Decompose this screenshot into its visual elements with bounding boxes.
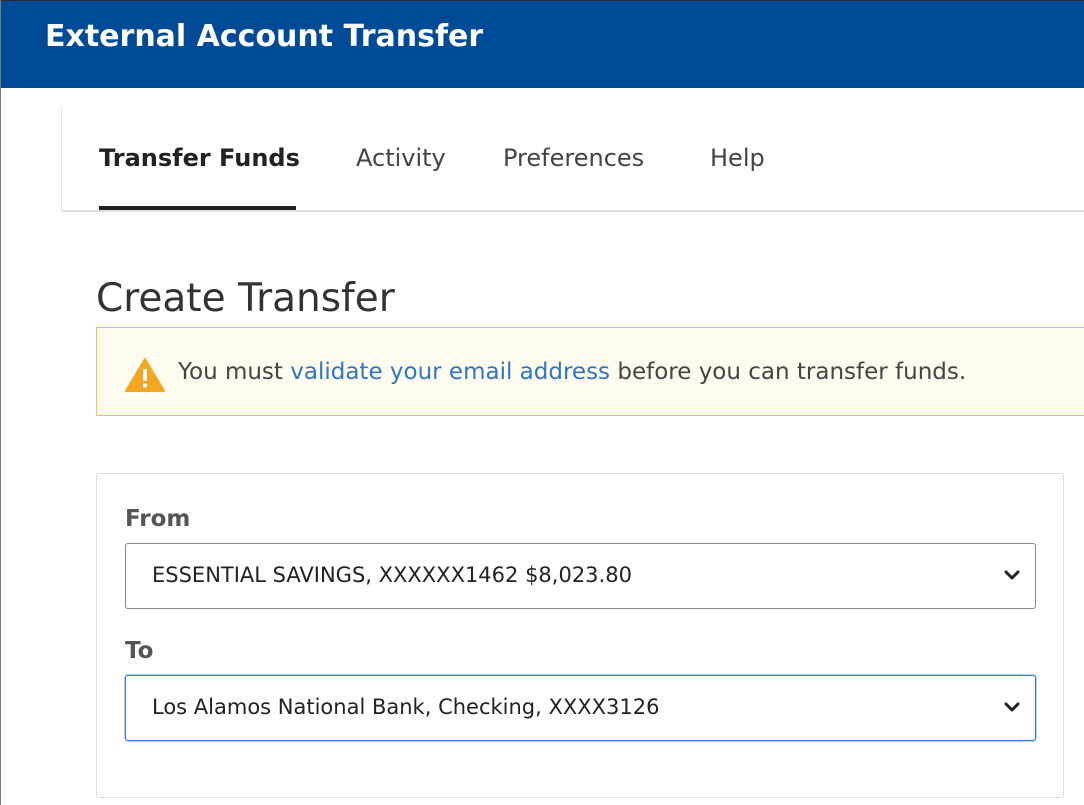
tab-navigation: Transfer Funds Activity Preferences Help bbox=[61, 106, 1084, 212]
email-validation-alert: You must validate your email address bef… bbox=[96, 327, 1084, 416]
from-label: From bbox=[125, 506, 191, 532]
chevron-down-icon bbox=[1004, 570, 1020, 580]
to-account-select[interactable]: Los Alamos National Bank, Checking, XXXX… bbox=[125, 675, 1036, 741]
warning-icon bbox=[125, 358, 165, 392]
alert-message: You must validate your email address bef… bbox=[178, 359, 966, 385]
tab-preferences[interactable]: Preferences bbox=[503, 144, 644, 172]
to-account-value: Los Alamos National Bank, Checking, XXXX… bbox=[152, 695, 660, 719]
page-title: Create Transfer bbox=[96, 276, 395, 322]
alert-text-after: before you can transfer funds. bbox=[610, 359, 967, 385]
app-title: External Account Transfer bbox=[45, 19, 484, 54]
active-tab-indicator bbox=[99, 206, 296, 210]
window-frame-edge bbox=[0, 0, 1, 805]
tab-activity[interactable]: Activity bbox=[356, 144, 446, 172]
app-header: External Account Transfer bbox=[1, 0, 1084, 88]
tab-help[interactable]: Help bbox=[710, 144, 765, 172]
transfer-form: From ESSENTIAL SAVINGS, XXXXXX1462 $8,02… bbox=[96, 473, 1064, 798]
from-account-value: ESSENTIAL SAVINGS, XXXXXX1462 $8,023.80 bbox=[152, 563, 632, 587]
to-label: To bbox=[125, 638, 154, 664]
tab-transfer-funds[interactable]: Transfer Funds bbox=[99, 144, 300, 172]
validate-email-link[interactable]: validate your email address bbox=[290, 359, 610, 385]
from-account-select[interactable]: ESSENTIAL SAVINGS, XXXXXX1462 $8,023.80 bbox=[125, 543, 1036, 609]
chevron-down-icon bbox=[1004, 702, 1020, 712]
alert-text-before: You must bbox=[178, 359, 291, 385]
